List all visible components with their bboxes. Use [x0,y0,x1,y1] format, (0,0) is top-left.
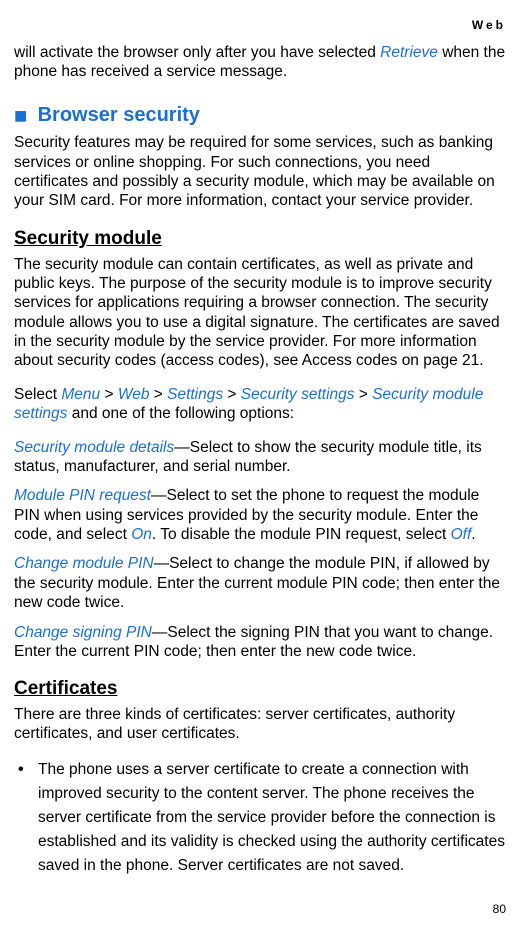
intro-paragraph: will activate the browser only after you… [14,43,506,82]
certificates-bullet-list: The phone uses a server certificate to c… [14,758,506,878]
gt1: > [100,386,118,403]
option-security-module-details: Security module details—Select to show t… [14,438,506,477]
option-label: Module PIN request [14,487,151,504]
nav-path-paragraph: Select Menu > Web > Settings > Security … [14,385,506,424]
section-paragraph: Security features may be required for so… [14,133,506,211]
list-item: The phone uses a server certificate to c… [14,758,506,878]
certificates-title: Certificates [14,677,506,701]
option-label: Change signing PIN [14,624,152,641]
option-desc-mid: . To disable the module PIN request, sel… [152,526,451,543]
retrieve-link: Retrieve [380,44,438,61]
gt4: > [355,386,373,403]
security-module-paragraph: The security module can contain certific… [14,255,506,371]
section-marker-icon: ■ [14,102,27,130]
intro-pre: will activate the browser only after you… [14,44,380,61]
option-label: Change module PIN [14,555,154,572]
security-module-title: Security module [14,227,506,251]
path-pre: Select [14,386,61,403]
menu-link: Menu [61,386,100,403]
on-link: On [131,526,152,543]
section-heading: ■ Browser security [14,102,506,130]
certificates-paragraph: There are three kinds of certificates: s… [14,705,506,744]
path-post: and one of the following options: [67,405,294,422]
option-desc-post: . [471,526,475,543]
security-settings-link: Security settings [241,386,355,403]
web-link: Web [118,386,150,403]
option-label: Security module details [14,439,174,456]
section-title: Browser security [38,103,200,128]
page-number: 80 [493,902,506,917]
settings-link: Settings [167,386,223,403]
gt3: > [223,386,241,403]
option-change-module-pin: Change module PIN—Select to change the m… [14,554,506,612]
page-header: Web [14,18,506,33]
gt2: > [149,386,167,403]
off-link: Off [451,526,472,543]
option-module-pin-request: Module PIN request—Select to set the pho… [14,486,506,544]
option-change-signing-pin: Change signing PIN—Select the signing PI… [14,623,506,662]
